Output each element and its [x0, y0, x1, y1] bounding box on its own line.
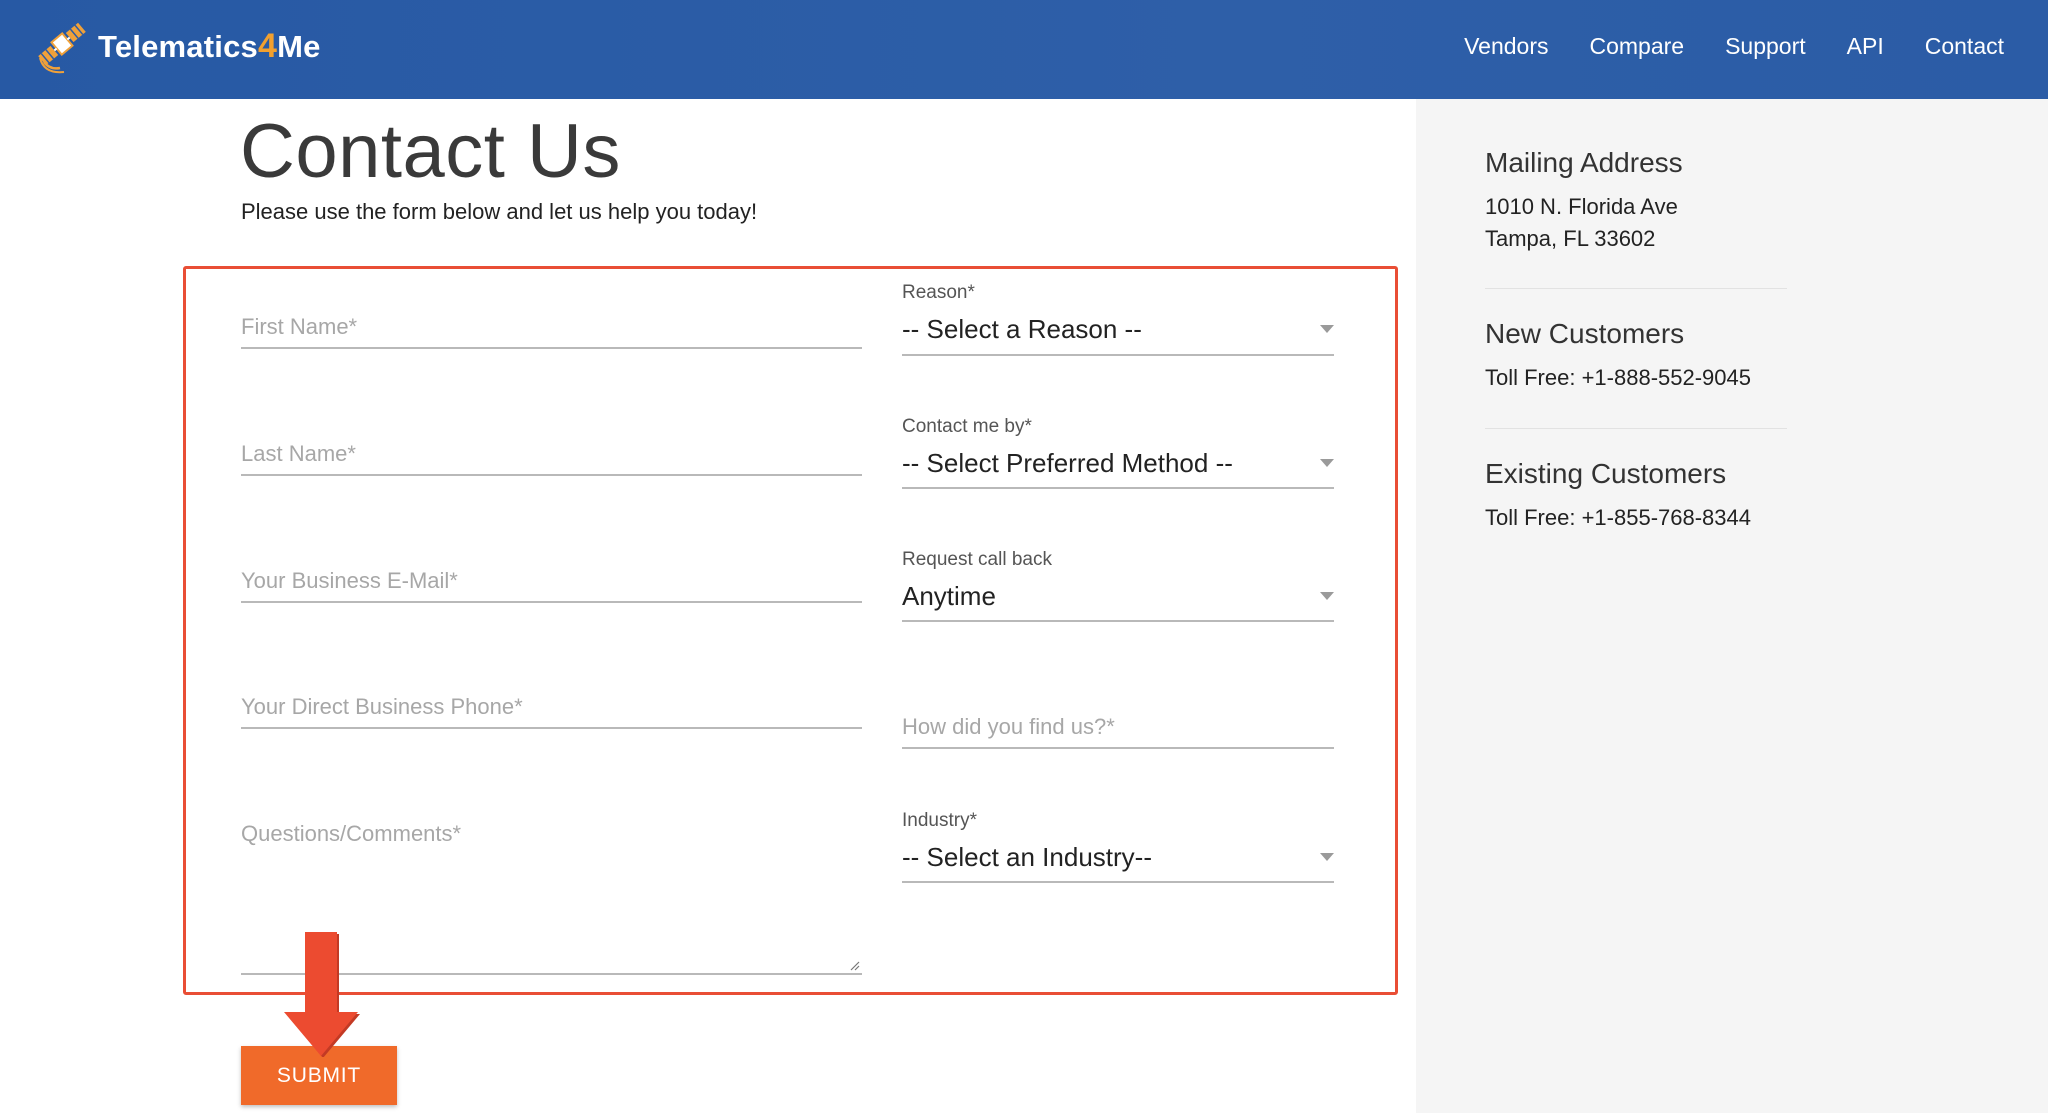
- comments-placeholder: Questions/Comments*: [241, 821, 462, 846]
- mailing-address-heading: Mailing Address: [1485, 147, 1683, 178]
- mailing-address-block: Mailing Address 1010 N. Florida Ave Tamp…: [1485, 147, 1787, 255]
- divider: [1485, 288, 1787, 289]
- nav-vendors[interactable]: Vendors: [1464, 30, 1548, 62]
- callback-label: Request call back: [902, 549, 1052, 570]
- field-underline: [902, 881, 1334, 883]
- reason-value: -- Select a Reason --: [902, 314, 1142, 344]
- mailing-address-line1: 1010 N. Florida Ave: [1485, 194, 1678, 219]
- email-field[interactable]: Your Business E-Mail*: [241, 559, 862, 603]
- phone-field[interactable]: Your Direct Business Phone*: [241, 685, 862, 729]
- reason-label: Reason*: [902, 282, 975, 303]
- contact-info-sidebar: Mailing Address 1010 N. Florida Ave Tamp…: [1416, 99, 2048, 1113]
- nav-support[interactable]: Support: [1725, 30, 1806, 62]
- contact-method-value: -- Select Preferred Method --: [902, 448, 1233, 478]
- logo[interactable]: Telematics4Me: [30, 14, 321, 78]
- chevron-down-icon: [1320, 325, 1334, 333]
- reason-select[interactable]: Reason* -- Select a Reason --: [902, 282, 1334, 356]
- existing-customers-heading: Existing Customers: [1485, 458, 1727, 489]
- first-name-field[interactable]: First Name*: [241, 305, 862, 349]
- divider: [1485, 428, 1787, 429]
- field-underline: [902, 354, 1334, 356]
- contact-method-select[interactable]: Contact me by* -- Select Preferred Metho…: [902, 416, 1334, 489]
- new-customers-block: New Customers Toll Free: +1-888-552-9045: [1485, 318, 1787, 394]
- chevron-down-icon: [1320, 459, 1334, 467]
- field-underline: [902, 620, 1334, 622]
- nav-api[interactable]: API: [1847, 30, 1884, 62]
- page-subtitle: Please use the form below and let us hel…: [241, 199, 758, 224]
- logo-text: Telematics4Me: [98, 26, 321, 65]
- find-us-placeholder: How did you find us?*: [902, 714, 1115, 739]
- main-nav: Vendors Compare Support API Contact: [1423, 30, 2004, 62]
- field-underline: [241, 347, 862, 349]
- field-underline: [241, 601, 862, 603]
- arrow-down-icon: [284, 932, 360, 1057]
- first-name-placeholder: First Name*: [241, 314, 358, 339]
- field-underline: [241, 727, 862, 729]
- phone-placeholder: Your Direct Business Phone*: [241, 694, 523, 719]
- page-title: Contact Us: [240, 109, 621, 194]
- mailing-address-line2: Tampa, FL 33602: [1485, 226, 1656, 251]
- field-underline: [902, 747, 1334, 749]
- last-name-placeholder: Last Name*: [241, 441, 356, 466]
- industry-label: Industry*: [902, 810, 977, 831]
- callback-select[interactable]: Request call back Anytime: [902, 549, 1334, 622]
- chevron-down-icon: [1320, 592, 1334, 600]
- existing-customers-block: Existing Customers Toll Free: +1-855-768…: [1485, 458, 1787, 534]
- email-placeholder: Your Business E-Mail*: [241, 568, 458, 593]
- callback-value: Anytime: [902, 581, 996, 611]
- top-navigation-bar: Telematics4Me Vendors Compare Support AP…: [0, 0, 2048, 99]
- field-underline: [241, 474, 862, 476]
- nav-compare[interactable]: Compare: [1589, 30, 1684, 62]
- resize-handle-icon[interactable]: [850, 961, 860, 971]
- nav-contact[interactable]: Contact: [1925, 30, 2004, 62]
- satellite-icon: [30, 12, 94, 81]
- new-customers-phone[interactable]: Toll Free: +1-888-552-9045: [1485, 362, 1787, 394]
- existing-customers-phone[interactable]: Toll Free: +1-855-768-8344: [1485, 502, 1787, 534]
- industry-value: -- Select an Industry--: [902, 842, 1152, 872]
- find-us-field[interactable]: How did you find us?*: [902, 705, 1334, 749]
- last-name-field[interactable]: Last Name*: [241, 432, 862, 476]
- contact-method-label: Contact me by*: [902, 416, 1032, 437]
- chevron-down-icon: [1320, 853, 1334, 861]
- field-underline: [902, 487, 1334, 489]
- industry-select[interactable]: Industry* -- Select an Industry--: [902, 810, 1334, 883]
- new-customers-heading: New Customers: [1485, 318, 1685, 349]
